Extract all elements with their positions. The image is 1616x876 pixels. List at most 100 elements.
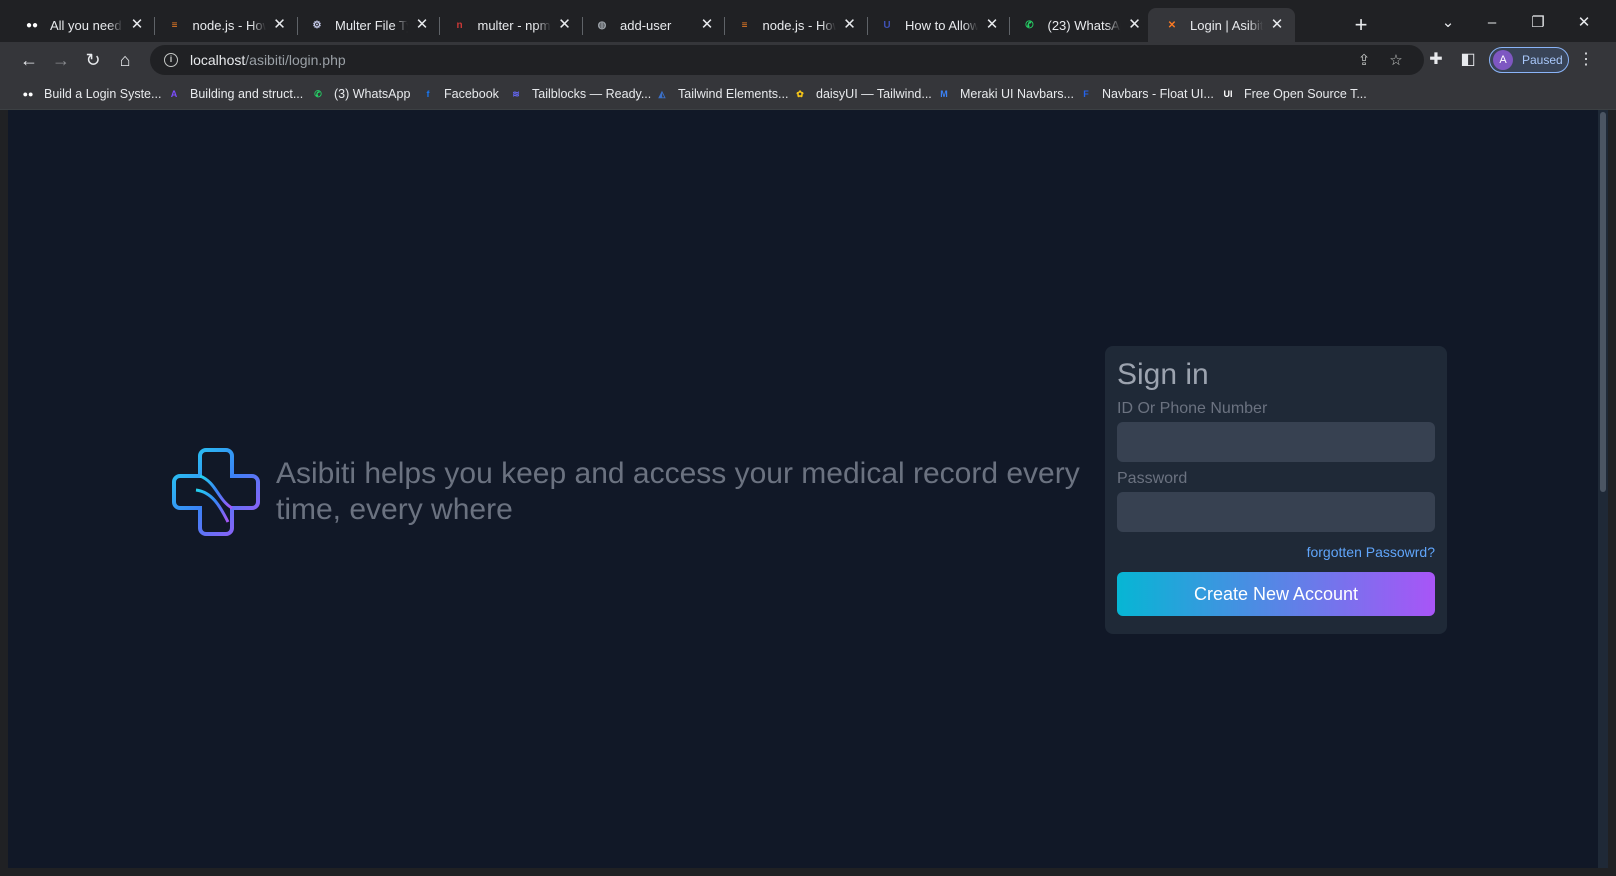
profile-button[interactable]: A Paused (1489, 47, 1569, 73)
tab-title: Multer File Type (335, 17, 408, 33)
site-info-icon[interactable]: i (164, 53, 178, 67)
bookmark-item[interactable]: A Building and struct... (166, 83, 304, 105)
close-tab-icon[interactable]: ✕ (984, 17, 1000, 33)
minimize-button[interactable]: – (1472, 10, 1512, 36)
globe-icon: ◍ (597, 19, 607, 31)
signin-title: Sign in (1117, 358, 1209, 391)
close-tab-icon[interactable]: ✕ (1127, 17, 1143, 33)
url-path: /asibiti/login.php (245, 52, 346, 68)
browser-tab[interactable]: ≡ node.js - How t ✕ (721, 8, 868, 42)
tab-title: add-user (620, 17, 672, 33)
browser-tab[interactable]: ◍ add-user ✕ (578, 8, 725, 42)
tab-title: node.js - How t (762, 17, 836, 33)
id-phone-input[interactable] (1117, 422, 1435, 462)
tab-title: multer - npm (477, 17, 551, 33)
medium-icon: ●● (22, 89, 34, 99)
xampp-icon: ✕ (1167, 19, 1177, 31)
bookmark-item[interactable]: ✿ daisyUI — Tailwind... (792, 83, 932, 105)
tab-title: Login | Asibiti (1190, 17, 1263, 33)
address-bar[interactable]: i localhost/asibiti/login.php ⇪ ☆ (150, 45, 1424, 75)
bookmark-label: Tailwind Elements... (678, 87, 789, 101)
signin-card: Sign in ID Or Phone Number Password forg… (1105, 346, 1447, 634)
new-tab-button[interactable]: + (1348, 12, 1374, 38)
facebook-icon: f (426, 89, 430, 99)
close-tab-icon[interactable]: ✕ (1269, 17, 1285, 33)
browser-tab[interactable]: ⚙ Multer File Type ✕ (293, 8, 440, 42)
browser-tab[interactable]: ●● All you need to ✕ (8, 8, 155, 42)
tab-title: All you need to (50, 17, 123, 33)
share-icon[interactable]: ⇪ (1354, 51, 1374, 71)
create-account-button[interactable]: Create New Account (1117, 572, 1435, 616)
bookmark-label: Free Open Source T... (1244, 87, 1367, 101)
whatsapp-icon: ✆ (314, 88, 322, 99)
bookmarks-bar: ●● Build a Login Syste... A Building and st… (0, 78, 1616, 110)
stackoverflow-icon: ≡ (171, 19, 178, 31)
meraki-icon: M (940, 89, 948, 99)
bookmark-item[interactable]: ◭ Tailwind Elements... (654, 83, 789, 105)
bookmark-label: Tailblocks — Ready... (532, 87, 652, 101)
tagline: Asibiti helps you keep and access your m… (276, 457, 1080, 526)
bookmark-label: Facebook (444, 87, 499, 101)
bookmark-star-icon[interactable]: ☆ (1386, 51, 1406, 71)
avatar: A (1493, 50, 1513, 70)
url-host: localhost (190, 52, 246, 68)
tailwind-elements-icon: ◭ (658, 88, 666, 99)
password-input[interactable] (1117, 492, 1435, 532)
restore-button[interactable]: ❐ (1518, 10, 1558, 36)
back-button[interactable]: ← (16, 47, 42, 73)
close-tab-icon[interactable]: ✕ (699, 17, 715, 33)
whatsapp-icon: ✆ (1025, 19, 1034, 31)
uib-icon: U (883, 19, 891, 31)
home-button[interactable]: ⌂ (112, 47, 138, 73)
browser-tab[interactable]: ✕ Login | Asibiti ✕ (1148, 8, 1295, 42)
bookmark-item[interactable]: ✆ (3) WhatsApp (310, 83, 410, 105)
close-window-button[interactable]: ✕ (1564, 10, 1604, 36)
close-tab-icon[interactable]: ✕ (557, 17, 573, 33)
tailblocks-icon: ≋ (512, 88, 520, 99)
browser-tab[interactable]: ✆ (23) WhatsApp ✕ (1006, 8, 1153, 42)
browser-toolbar: ← → ↻ ⌂ i localhost/asibiti/login.php ⇪ … (0, 42, 1616, 78)
tab-title: node.js - How t (192, 17, 266, 33)
npm-icon: n (456, 19, 463, 31)
page-viewport: Asibiti helps you keep and access your m… (8, 110, 1608, 868)
forgot-password-link[interactable]: forgotten Passowrd? (1117, 544, 1435, 560)
password-label: Password (1117, 470, 1188, 487)
ui-icon: UI (1223, 89, 1233, 99)
extensions-icon[interactable]: ✚ (1424, 48, 1448, 72)
hero: Asibiti helps you keep and access your m… (166, 442, 1096, 542)
tab-title: How to Allow th (905, 17, 978, 33)
tab-search-chevron-icon[interactable]: ⌄ (1428, 10, 1468, 36)
id-label: ID Or Phone Number (1117, 400, 1268, 417)
scrollbar[interactable] (1598, 110, 1608, 868)
anchor-icon: A (170, 89, 178, 99)
medical-cross-logo-icon (172, 448, 260, 536)
profile-status: Paused (1522, 53, 1563, 67)
close-tab-icon[interactable]: ✕ (129, 17, 145, 33)
stackoverflow-icon: ≡ (741, 19, 748, 31)
bookmark-item[interactable]: f Facebook (420, 83, 499, 105)
browser-tab[interactable]: U How to Allow th ✕ (863, 8, 1010, 42)
scrollbar-thumb[interactable] (1600, 112, 1606, 492)
forward-button[interactable]: → (48, 47, 74, 73)
bookmark-item[interactable]: UI Free Open Source T... (1220, 83, 1367, 105)
bookmark-item[interactable]: ≋ Tailblocks — Ready... (508, 83, 651, 105)
bookmark-label: (3) WhatsApp (334, 87, 411, 101)
bookmark-item[interactable]: F Navbars - Float UI... (1078, 83, 1214, 105)
reload-button[interactable]: ↻ (80, 47, 106, 73)
close-tab-icon[interactable]: ✕ (272, 17, 288, 33)
floatui-icon: F (1083, 89, 1089, 99)
side-panel-icon[interactable]: ◧ (1456, 48, 1480, 72)
browser-tab[interactable]: n multer - npm ✕ (436, 8, 583, 42)
browser-window: + ⌄ – ❐ ✕ ●● All you need to ✕ ≡ node.js - H… (0, 0, 1616, 876)
bookmark-label: Meraki UI Navbars... (960, 87, 1074, 101)
bookmark-label: Navbars - Float UI... (1102, 87, 1214, 101)
bookmark-item[interactable]: M Meraki UI Navbars... (936, 83, 1074, 105)
menu-icon[interactable]: ⋮ (1574, 48, 1598, 72)
close-tab-icon[interactable]: ✕ (414, 17, 430, 33)
bookmark-label: Build a Login Syste... (44, 87, 162, 101)
browser-tab[interactable]: ≡ node.js - How t ✕ (151, 8, 298, 42)
tab-strip: + ⌄ – ❐ ✕ ●● All you need to ✕ ≡ node.js - H… (0, 0, 1616, 46)
close-tab-icon[interactable]: ✕ (842, 17, 858, 33)
bookmark-item[interactable]: ●● Build a Login Syste... (20, 83, 162, 105)
bookmark-label: daisyUI — Tailwind... (816, 87, 932, 101)
